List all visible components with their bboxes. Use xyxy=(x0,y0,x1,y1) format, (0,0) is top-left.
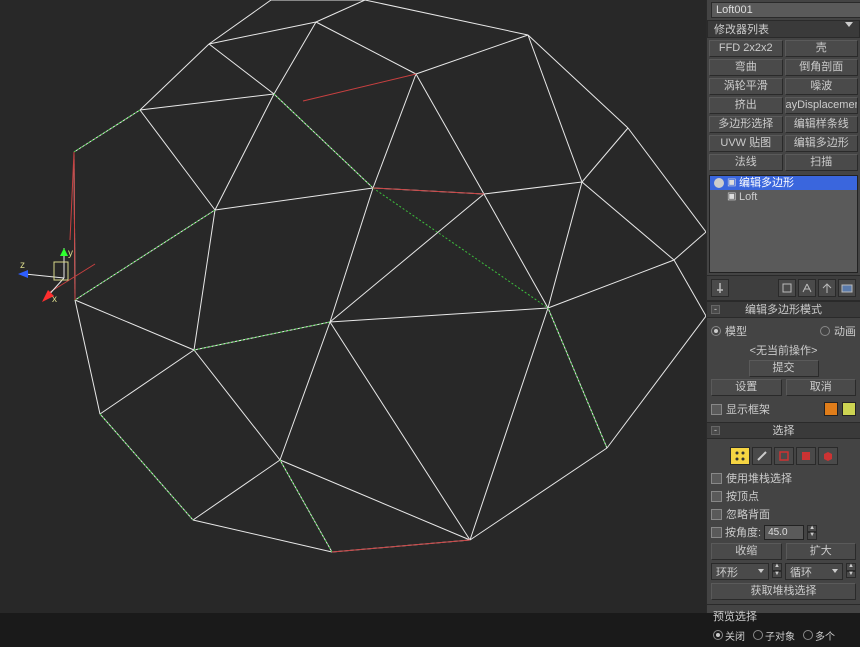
ring-spinner[interactable]: ▲▼ xyxy=(772,563,782,578)
shrink-button[interactable]: 收缩 xyxy=(711,543,782,560)
make-unique-button[interactable] xyxy=(798,279,816,297)
mod-btn-polyselect[interactable]: 多边形选择 xyxy=(709,116,783,133)
plus-icon[interactable]: ▣ xyxy=(727,176,736,190)
mod-stack-item-loft[interactable]: ▣ Loft xyxy=(710,190,857,204)
mod-stack-item-label: Loft xyxy=(739,190,757,204)
commit-button[interactable]: 提交 xyxy=(749,360,819,377)
mod-btn-bend[interactable]: 弯曲 xyxy=(709,59,783,76)
radio-model[interactable] xyxy=(711,326,721,336)
mod-btn-uvwmap[interactable]: UVW 贴图 xyxy=(709,135,783,152)
axis-gizmo[interactable]: y z x xyxy=(18,248,98,328)
by-vertex-checkbox[interactable] xyxy=(711,491,722,502)
mod-btn-noise[interactable]: 噪波 xyxy=(785,78,859,95)
mod-btn-ffd[interactable]: FFD 2x2x2 xyxy=(709,40,783,57)
radio-preview-off[interactable] xyxy=(713,630,723,640)
axis-x-label: x xyxy=(52,294,57,305)
mod-btn-editpoly[interactable]: 编辑多边形 xyxy=(785,135,859,152)
pin-stack-button[interactable] xyxy=(711,279,729,297)
subobj-vertex-button[interactable] xyxy=(730,447,750,465)
ring-dropdown[interactable]: 环形 xyxy=(711,563,769,580)
viewport-3d[interactable]: y z x xyxy=(0,0,706,613)
grow-button[interactable]: 扩大 xyxy=(786,543,857,560)
rollout-header-selection[interactable]: - 选择 xyxy=(707,423,860,439)
radio-preview-multi[interactable] xyxy=(803,630,813,640)
object-name-row xyxy=(707,0,860,20)
subobj-polygon-button[interactable] xyxy=(796,447,816,465)
subobj-border-button[interactable] xyxy=(774,447,794,465)
axis-z-label: z xyxy=(20,260,25,271)
minus-icon: - xyxy=(711,305,720,314)
show-end-result-button[interactable] xyxy=(778,279,796,297)
preview-label: 预览选择 xyxy=(713,608,854,624)
mod-btn-editspline[interactable]: 编辑样条线 xyxy=(785,116,859,133)
mod-btn-chamfer[interactable]: 倒角剖面 xyxy=(785,59,859,76)
plus-icon[interactable]: ▣ xyxy=(727,190,736,204)
axis-y-label: y xyxy=(68,248,73,259)
modifier-quick-buttons: FFD 2x2x2 壳 弯曲 倒角剖面 涡轮平滑 噪波 挤出 ayDisplac… xyxy=(707,38,860,173)
object-name-input[interactable] xyxy=(711,2,860,18)
radio-preview-subobj[interactable] xyxy=(753,630,763,640)
mod-stack-item-label: 编辑多边形 xyxy=(739,176,794,190)
cage-color-2[interactable] xyxy=(842,402,856,416)
angle-spinner[interactable]: ▲▼ xyxy=(807,525,817,540)
radio-animate[interactable] xyxy=(820,326,830,336)
mod-btn-extrude[interactable]: 挤出 xyxy=(709,97,783,114)
rollout-preview-selection: 预览选择 关闭 子对象 多个 xyxy=(707,604,860,647)
rollout-selection: - 选择 使用堆栈选择 按顶点 忽略背面 按角度: ▲▼ 收缩 扩大 xyxy=(707,422,860,604)
get-stack-selection-button[interactable]: 获取堆栈选择 xyxy=(711,583,856,600)
modifier-stack-toolbar xyxy=(707,275,860,301)
mod-btn-normal[interactable]: 法线 xyxy=(709,154,783,171)
command-panel: 修改器列表 FFD 2x2x2 壳 弯曲 倒角剖面 涡轮平滑 噪波 挤出 ayD… xyxy=(706,0,860,613)
mod-btn-shell[interactable]: 壳 xyxy=(785,40,859,57)
configure-sets-button[interactable] xyxy=(838,279,856,297)
minus-icon: - xyxy=(711,426,720,435)
mod-stack-item-editpoly[interactable]: ▣ 编辑多边形 xyxy=(710,176,857,190)
show-cage-checkbox[interactable] xyxy=(711,404,722,415)
subobject-level-row xyxy=(711,447,856,465)
modifier-list-dropdown[interactable]: 修改器列表 xyxy=(707,20,860,38)
rollout-edit-poly-mode: - 编辑多边形模式 模型 动画 <无当前操作> 提交 设置 取消 显示框架 xyxy=(707,301,860,422)
mod-btn-displace[interactable]: ayDisplacementM xyxy=(785,97,859,114)
rollout-header-edit-mode[interactable]: - 编辑多边形模式 xyxy=(707,302,860,318)
cage-color-1[interactable] xyxy=(824,402,838,416)
ignore-backfacing-checkbox[interactable] xyxy=(711,509,722,520)
subobj-edge-button[interactable] xyxy=(752,447,772,465)
modifier-stack[interactable]: ▣ 编辑多边形 ▣ Loft xyxy=(709,175,858,273)
chevron-down-icon xyxy=(845,22,853,27)
mod-btn-sweep[interactable]: 扫描 xyxy=(785,154,859,171)
settings-button[interactable]: 设置 xyxy=(711,379,782,396)
lightbulb-icon[interactable] xyxy=(714,178,724,188)
loop-spinner[interactable]: ▲▼ xyxy=(846,563,856,578)
loop-dropdown[interactable]: 循环 xyxy=(785,563,843,580)
subobj-element-button[interactable] xyxy=(818,447,838,465)
remove-modifier-button[interactable] xyxy=(818,279,836,297)
current-operation-text: <无当前操作> xyxy=(711,342,856,358)
modifier-list-label: 修改器列表 xyxy=(714,24,769,36)
angle-input[interactable] xyxy=(764,525,804,540)
use-stack-selection-checkbox[interactable] xyxy=(711,473,722,484)
mesh-wireframe xyxy=(0,0,706,613)
mod-btn-turbosmooth[interactable]: 涡轮平滑 xyxy=(709,78,783,95)
cancel-button[interactable]: 取消 xyxy=(786,379,857,396)
by-angle-checkbox[interactable] xyxy=(711,527,722,538)
